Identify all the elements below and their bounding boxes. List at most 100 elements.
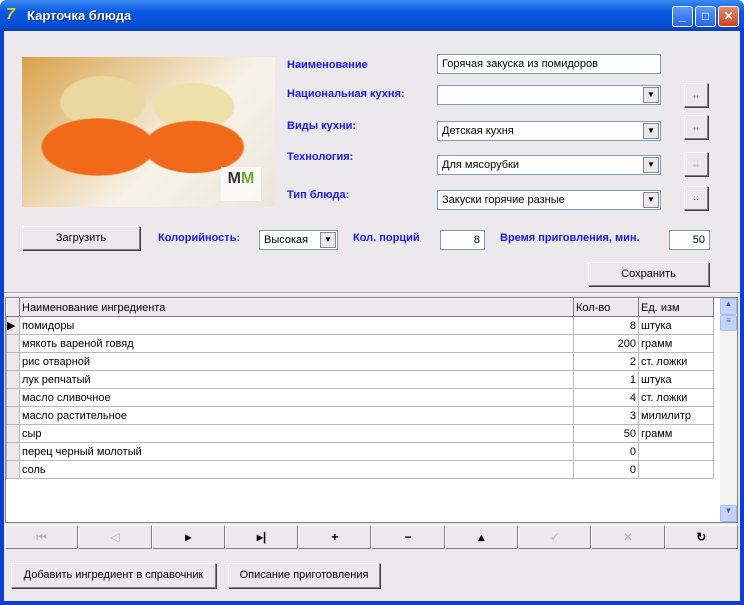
time-input[interactable]: 50 xyxy=(669,230,710,250)
national-select[interactable]: ▼ xyxy=(437,85,661,105)
type-value: Закуски горячие разные xyxy=(442,194,565,206)
cell-name[interactable]: сыр xyxy=(19,424,574,443)
add-ingredient-button[interactable]: Добавить ингредиент в справочник xyxy=(11,563,216,588)
chevron-down-icon[interactable]: ▼ xyxy=(643,157,659,173)
cell-name[interactable]: лук репчатый xyxy=(19,370,574,389)
minimize-button[interactable]: _ xyxy=(672,6,693,27)
row-indicator[interactable]: ▶ xyxy=(6,316,20,335)
chevron-down-icon[interactable]: ▼ xyxy=(643,192,659,208)
row-indicator[interactable] xyxy=(6,334,20,353)
col-header-qty[interactable]: Кол-во xyxy=(573,298,639,317)
client-area: MM Наименование Горячая закуска из помид… xyxy=(4,31,740,601)
cell-name[interactable]: перец черный молотый xyxy=(19,442,574,461)
nav-edit-button[interactable]: ▴ xyxy=(444,525,519,549)
app-icon: 7 xyxy=(6,6,15,23)
table-row[interactable]: мякоть вареной говяд 200 грамм xyxy=(6,334,714,353)
nav-delete-button[interactable]: − xyxy=(371,525,445,549)
table-row[interactable]: масло сливочное 4 ст. ложки xyxy=(6,388,714,407)
table-row[interactable]: лук репчатый 1 штука xyxy=(6,370,714,389)
nav-next-button[interactable]: ▸ xyxy=(151,525,225,549)
cell-qty[interactable]: 0 xyxy=(573,442,639,461)
row-indicator[interactable] xyxy=(6,370,20,389)
nav-post-button[interactable]: ✓ xyxy=(518,525,592,549)
cell-name[interactable]: помидоры xyxy=(19,316,574,335)
close-button[interactable]: ✕ xyxy=(718,6,739,27)
calor-value: Высокая xyxy=(264,234,309,246)
chevron-down-icon[interactable]: ▼ xyxy=(320,232,336,248)
nav-refresh-button[interactable]: ↻ xyxy=(664,525,738,549)
grid-header: Наименование ингредиента Кол-во Ед. изм xyxy=(6,298,714,317)
cell-unit[interactable]: грамм xyxy=(638,334,714,353)
vertical-scrollbar[interactable]: ▲ ≡ ▼ xyxy=(720,298,737,522)
name-input[interactable]: Горячая закуска из помидоров xyxy=(437,54,661,74)
cell-unit[interactable] xyxy=(638,442,714,461)
table-row[interactable]: сыр 50 грамм xyxy=(6,424,714,443)
table-row[interactable]: рис отварной 2 ст. ложки xyxy=(6,352,714,371)
cell-unit[interactable]: мили­литр xyxy=(638,406,714,425)
nav-first-button[interactable]: ⏮ xyxy=(5,525,79,549)
cell-name[interactable]: рис отварной xyxy=(19,352,574,371)
kind-ellipsis-button[interactable]: .. xyxy=(684,115,708,139)
national-label: Национальная кухня: xyxy=(287,88,405,100)
calor-select[interactable]: Высокая ▼ xyxy=(259,230,338,250)
chevron-down-icon[interactable]: ▼ xyxy=(643,123,659,139)
kind-select[interactable]: Детская кухня ▼ xyxy=(437,121,661,141)
type-select[interactable]: Закуски горячие разные ▼ xyxy=(437,190,661,210)
cell-qty[interactable]: 3 xyxy=(573,406,639,425)
title-bar[interactable]: 7 Карточка блюда _ □ ✕ xyxy=(0,0,744,31)
cell-name[interactable]: масло растительное xyxy=(19,406,574,425)
kind-label: Виды кухни: xyxy=(287,120,357,132)
description-button[interactable]: Описание приготовления xyxy=(228,563,380,588)
cell-qty[interactable]: 2 xyxy=(573,352,639,371)
row-indicator[interactable] xyxy=(6,352,20,371)
cell-unit[interactable]: штука xyxy=(638,370,714,389)
col-header-unit[interactable]: Ед. изм xyxy=(638,298,714,317)
cell-unit[interactable]: грамм xyxy=(638,424,714,443)
cell-qty[interactable]: 1 xyxy=(573,370,639,389)
row-indicator[interactable] xyxy=(6,388,20,407)
chevron-down-icon[interactable]: ▼ xyxy=(643,87,659,103)
save-button[interactable]: Сохранить xyxy=(588,262,709,286)
time-label: Время приговления, мин. xyxy=(500,232,640,244)
ingredients-grid[interactable]: Наименование ингредиента Кол-во Ед. изм … xyxy=(5,297,738,523)
kind-value: Детская кухня xyxy=(442,125,514,137)
cell-unit[interactable] xyxy=(638,460,714,479)
cell-unit[interactable]: штука xyxy=(638,316,714,335)
type-label: Тип блюда: xyxy=(287,189,350,201)
cell-qty[interactable]: 0 xyxy=(573,460,639,479)
portions-input[interactable]: 8 xyxy=(440,230,485,250)
row-indicator[interactable] xyxy=(6,442,20,461)
scroll-thumb[interactable]: ≡ xyxy=(720,315,737,331)
nav-insert-button[interactable]: + xyxy=(298,525,372,549)
cell-name[interactable]: мякоть вареной говяд xyxy=(19,334,574,353)
row-indicator[interactable] xyxy=(6,424,20,443)
table-row[interactable]: масло растительное 3 мили­литр xyxy=(6,406,714,425)
photo-logo: MM xyxy=(221,167,261,201)
scroll-down-icon[interactable]: ▼ xyxy=(720,505,737,522)
cell-unit[interactable]: ст. ложки xyxy=(638,352,714,371)
cell-qty[interactable]: 8 xyxy=(573,316,639,335)
national-ellipsis-button[interactable]: .. xyxy=(684,83,708,107)
scroll-up-icon[interactable]: ▲ xyxy=(720,298,737,315)
nav-prior-button[interactable]: ◁ xyxy=(78,525,152,549)
cell-unit[interactable]: ст. ложки xyxy=(638,388,714,407)
nav-last-button[interactable]: ▸| xyxy=(224,525,299,549)
cell-qty[interactable]: 200 xyxy=(573,334,639,353)
portions-label: Кол. порций xyxy=(353,232,420,244)
tech-select[interactable]: Для мясорубки ▼ xyxy=(437,155,661,175)
nav-cancel-button[interactable]: ✕ xyxy=(591,525,665,549)
table-row[interactable]: перец черный молотый 0 xyxy=(6,442,714,461)
table-row[interactable]: ▶ помидоры 8 штука xyxy=(6,316,714,335)
row-indicator[interactable] xyxy=(6,460,20,479)
cell-name[interactable]: соль xyxy=(19,460,574,479)
tech-ellipsis-button[interactable]: .. xyxy=(684,152,708,176)
table-row[interactable]: соль 0 xyxy=(6,460,714,479)
load-photo-button[interactable]: Загрузить xyxy=(22,226,140,250)
maximize-button[interactable]: □ xyxy=(695,6,716,27)
cell-name[interactable]: масло сливочное xyxy=(19,388,574,407)
row-indicator[interactable] xyxy=(6,406,20,425)
col-header-name[interactable]: Наименование ингредиента xyxy=(19,298,574,317)
cell-qty[interactable]: 50 xyxy=(573,424,639,443)
type-ellipsis-button[interactable]: .. xyxy=(684,186,708,210)
cell-qty[interactable]: 4 xyxy=(573,388,639,407)
